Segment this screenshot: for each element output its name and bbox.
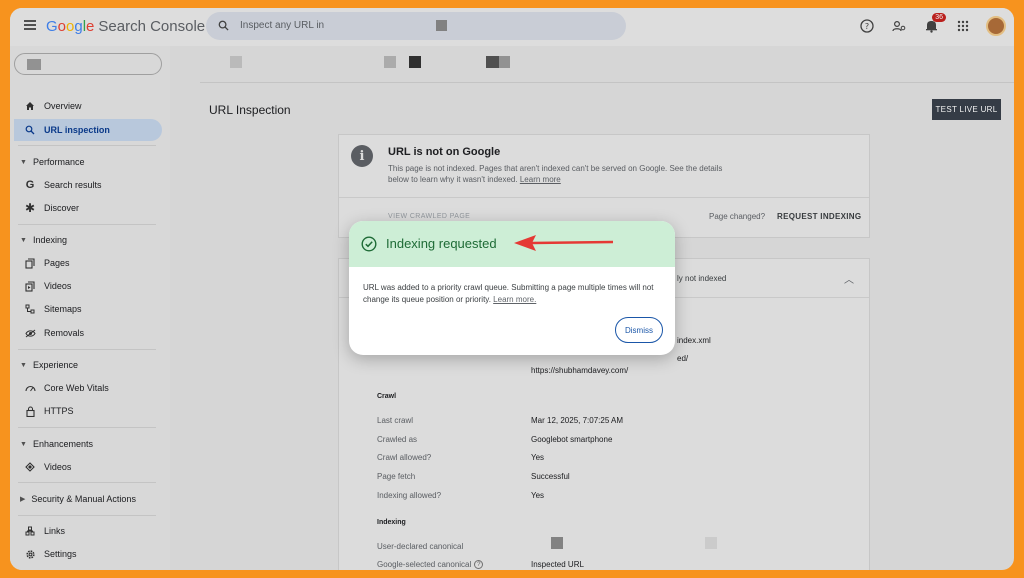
check-circle-icon [361, 236, 377, 252]
app-window: Google Search Console Inspect any URL in … [10, 8, 1014, 570]
dialog-title: Indexing requested [386, 236, 497, 251]
learn-more-link[interactable]: Learn more. [493, 295, 536, 304]
dialog-message: URL was added to a priority crawl queue.… [363, 282, 663, 306]
dismiss-button[interactable]: Dismiss [615, 317, 663, 343]
annotation-arrow-icon [514, 235, 614, 251]
